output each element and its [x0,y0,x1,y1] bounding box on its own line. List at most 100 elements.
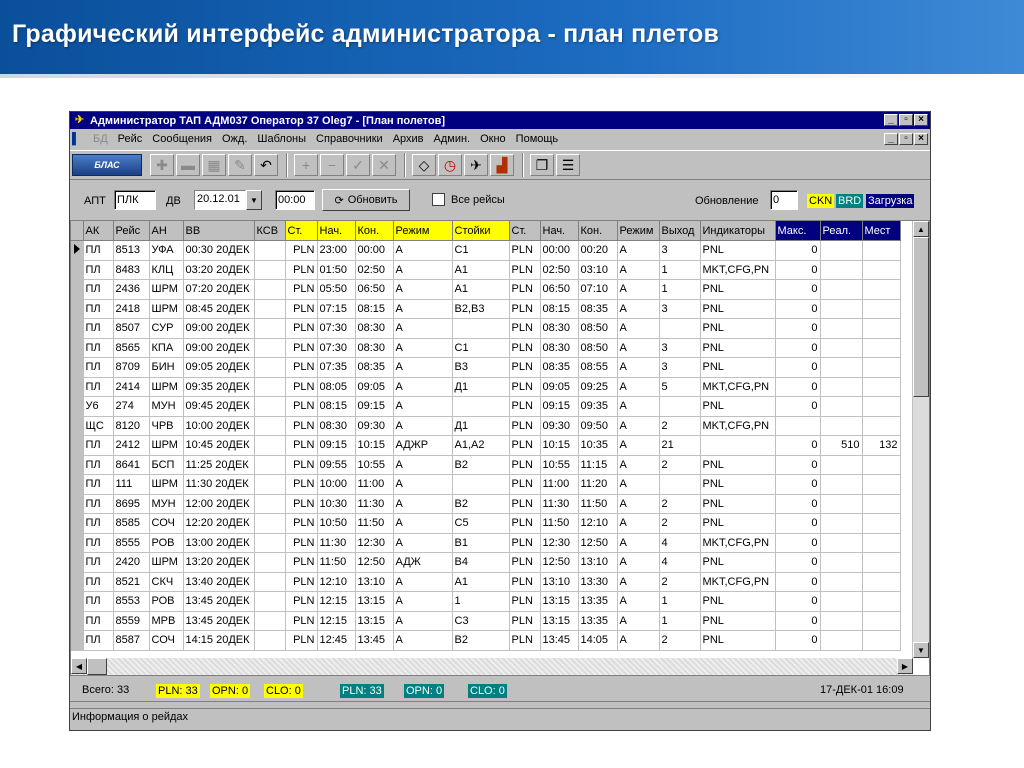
table-cell[interactable]: Д1 [452,377,510,397]
tile-windows-icon[interactable]: ☰ [556,154,580,176]
table-cell[interactable]: 12:30 [355,533,394,553]
table-cell[interactable]: 08:45 20ДЕК [183,299,255,319]
table-cell[interactable]: С1 [452,338,510,358]
table-cell[interactable]: 12:30 [540,533,579,553]
table-cell[interactable] [254,630,286,651]
table-cell[interactable]: 0 [775,611,821,631]
menu-db[interactable]: БД [88,133,113,145]
table-cell[interactable]: 10:15 [355,435,394,456]
table-cell[interactable] [254,513,286,534]
table-cell[interactable]: А1 [452,572,510,592]
table-cell[interactable]: PLN [285,533,318,553]
table-cell[interactable]: ШРМ [149,435,184,456]
table-cell[interactable]: PNL [700,279,776,300]
table-cell[interactable] [254,260,286,280]
table-cell[interactable]: ПЛ [83,240,114,261]
table-cell[interactable]: 01:50 [317,260,356,280]
row-indicator[interactable] [71,455,84,475]
table-cell[interactable] [254,416,286,436]
table-cell[interactable]: 11:50 [317,552,356,573]
table-cell[interactable]: А1,А2 [452,435,510,456]
table-cell[interactable]: ПЛ [83,357,114,378]
table-cell[interactable]: ПЛ [83,318,114,339]
col-brd-mode[interactable]: Режим [617,221,660,241]
check-icon[interactable]: ✓ [346,154,370,176]
table-cell[interactable]: 0 [775,240,821,261]
table-cell[interactable] [820,357,863,378]
table-cell[interactable]: 8555 [113,533,150,553]
table-cell[interactable]: А [617,474,660,495]
table-cell[interactable]: 10:50 [317,513,356,534]
close-icon[interactable]: × [914,114,928,126]
table-cell[interactable]: РОВ [149,533,184,553]
table-cell[interactable]: 09:35 [578,396,618,417]
table-cell[interactable]: 11:50 [355,513,394,534]
table-cell[interactable]: ШРМ [149,299,184,319]
table-cell[interactable]: А [617,299,660,319]
table-cell[interactable]: 09:55 [317,455,356,475]
table-cell[interactable] [820,474,863,495]
table-cell[interactable]: 10:35 [578,435,618,456]
table-cell[interactable]: PLN [509,455,541,475]
table-cell[interactable]: PLN [285,474,318,495]
col-brd-start[interactable]: Нач. [540,221,579,241]
table-cell[interactable]: PLN [509,572,541,592]
table-cell[interactable]: ПЛ [83,552,114,573]
table-cell[interactable]: 13:35 [578,591,618,612]
table-cell[interactable]: PLN [509,396,541,417]
col-ckn-end[interactable]: Кон. [355,221,394,241]
calculator-icon[interactable]: ▦ [202,154,226,176]
table-cell[interactable]: 12:10 [578,513,618,534]
table-row[interactable]: ПЛ 8709 БИН 09:05 20ДЕК PLN 07:35 08:35 А В3 PLN 0… [71,357,901,378]
table-cell[interactable]: 08:35 [540,357,579,378]
col-ckn-status[interactable]: Ст. [285,221,318,241]
table-cell[interactable]: 13:45 20ДЕК [183,611,255,631]
load-badge[interactable]: Загрузка [866,194,915,208]
table-cell[interactable]: ПЛ [83,611,114,631]
table-cell[interactable]: КПА [149,338,184,358]
table-cell[interactable] [820,396,863,417]
table-cell[interactable] [820,318,863,339]
table-cell[interactable] [820,240,863,261]
checkbox-box[interactable] [432,193,445,206]
table-cell[interactable] [862,572,901,592]
table-cell[interactable]: 09:50 [578,416,618,436]
brd-badge[interactable]: BRD [836,194,864,208]
table-cell[interactable] [452,396,510,417]
table-cell[interactable]: А1 [452,279,510,300]
table-cell[interactable]: ПЛ [83,279,114,300]
table-cell[interactable] [820,279,863,300]
table-cell[interactable]: 08:15 [540,299,579,319]
table-cell[interactable]: 23:00 [317,240,356,261]
table-cell[interactable]: PLN [285,260,318,280]
table-cell[interactable] [820,513,863,534]
table-cell[interactable]: 3 [659,299,701,319]
table-cell[interactable]: MKT,CFG,PN [700,416,776,436]
table-cell[interactable]: PLN [509,357,541,378]
table-cell[interactable] [659,396,701,417]
table-cell[interactable]: А [617,552,660,573]
table-cell[interactable]: ЧРВ [149,416,184,436]
menu-messages[interactable]: Сообщения [147,133,217,145]
table-cell[interactable]: 11:15 [578,455,618,475]
table-cell[interactable]: А [617,396,660,417]
table-cell[interactable]: 1 [659,591,701,612]
table-cell[interactable]: 8587 [113,630,150,651]
col-indicators[interactable]: Индикаторы [700,221,776,241]
table-cell[interactable]: А [393,357,453,378]
table-cell[interactable]: 10:45 20ДЕК [183,435,255,456]
table-row[interactable]: ПЛ 2414 ШРМ 09:35 20ДЕК PLN 08:05 09:05 А Д1 PLN 0… [71,377,901,397]
table-cell[interactable]: 09:05 20ДЕК [183,357,255,378]
table-row[interactable]: ПЛ 8585 СОЧ 12:20 20ДЕК PLN 10:50 11:50 А С5 PLN 1… [71,513,901,534]
table-cell[interactable] [862,260,901,280]
table-cell[interactable]: 3 [659,357,701,378]
ckn-badge[interactable]: CKN [807,194,835,208]
table-cell[interactable]: 13:10 [355,572,394,592]
table-cell[interactable] [254,591,286,612]
table-cell[interactable]: 11:50 [540,513,579,534]
table-cell[interactable] [862,416,901,436]
table-cell[interactable]: MKT,CFG,PN [700,260,776,280]
table-row[interactable]: ПЛ 8555 РОВ 13:00 20ДЕК PLN 11:30 12:30 А В1 PLN 1… [71,533,901,553]
child-close-icon[interactable]: × [914,133,928,145]
table-cell[interactable]: В2 [452,494,510,514]
